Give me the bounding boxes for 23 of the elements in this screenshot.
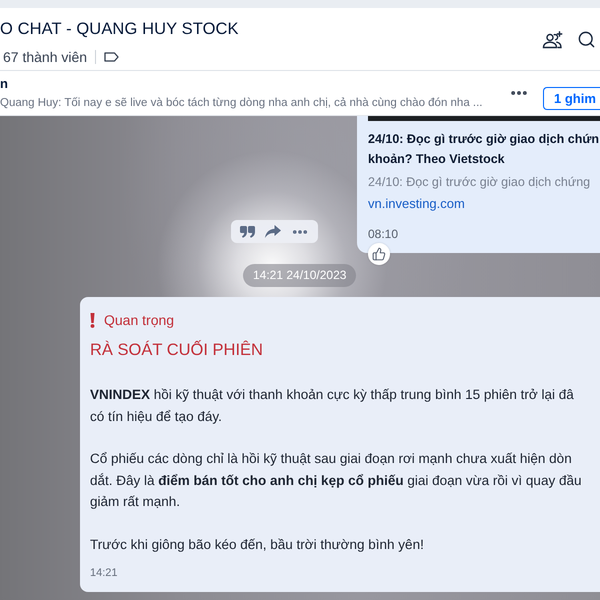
pinned-message-preview[interactable]: Quang Huy: Tối nay e sẽ live và bóc tách từng dòng nha anh chị, cả nhà cùng chào đón nha ... [0,94,483,110]
group-title: O CHAT - QUANG HUY STOCK [0,19,239,40]
search-icon[interactable] [577,30,596,49]
share-icon[interactable] [265,225,281,238]
message-paragraph: Trước khi giông bão kéo đến, bầu trời thường bình yên! [90,536,424,554]
message-heading: RÀ SOÁT CUỐI PHIÊN [90,339,263,361]
priority-label: Quan trọng [104,311,174,329]
link-domain[interactable]: vn.investing.com [368,194,465,214]
message-paragraph: VNINDEX hồi kỹ thuật với thanh khoản cực kỳ thấp trung bình 15 phiên trở lại đâ có tín hiệu để tạo đáy. [90,386,574,426]
message-time: 14:21 [90,566,118,580]
pinned-count-button[interactable]: 1 ghim [543,86,600,110]
link-description: 24/10: Đọc gì trước giờ giao dịch chứng [368,174,590,191]
quote-icon[interactable] [240,226,255,238]
date-separator: 14:21 24/10/2023 [243,264,356,287]
message-time: 08:10 [368,226,398,242]
add-member-icon[interactable] [542,30,563,48]
message-paragraph: Cổ phiếu các dòng chỉ là hồi kỹ thuật sau giai đoạn rơi mạnh chưa xuất hiện dòn dắt. Đây là điểm bán tốt cho anh chị kẹp cổ phiếu giai đoạn vừa rồi vì quay đầu giảm rất mạnh. [90,450,582,511]
thumbs-up-icon[interactable] [368,243,390,265]
link-title: 24/10: Đọc gì trước giờ giao dịch chứn khoản? Theo Vietstock [368,131,600,168]
tag-icon[interactable] [104,52,120,62]
pinned-title: n [0,76,8,92]
member-count[interactable]: 67 thành viên [3,48,88,66]
exclamation-icon [90,312,95,328]
